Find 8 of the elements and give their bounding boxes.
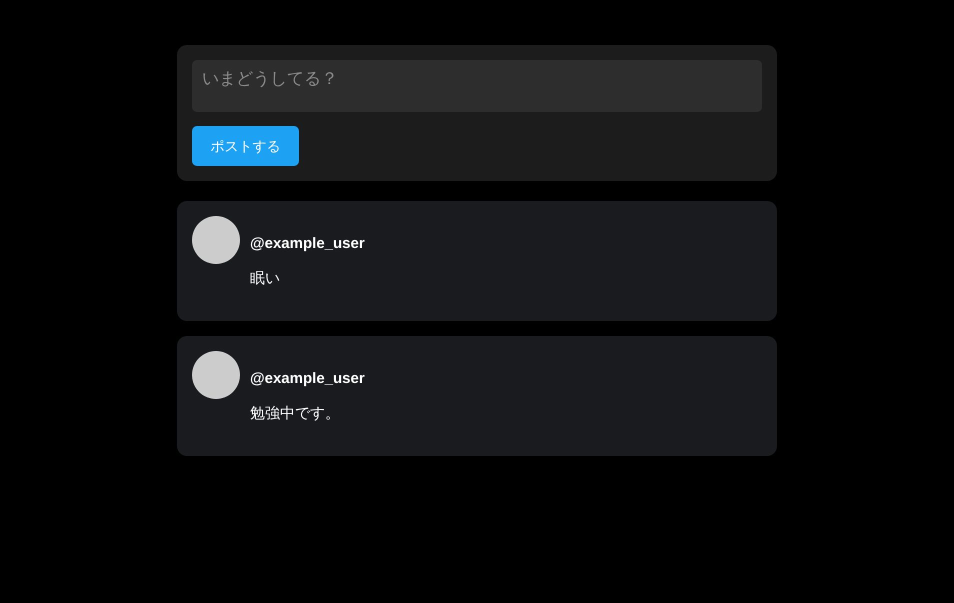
username: @example_user <box>250 234 365 254</box>
avatar <box>192 351 240 399</box>
avatar <box>192 216 240 264</box>
post-button[interactable]: ポストする <box>192 126 299 166</box>
username: @example_user <box>250 369 365 389</box>
post-input[interactable]: いまどうしてる？ <box>192 60 762 112</box>
post-text: 眠い <box>250 269 281 289</box>
post-text: 勉強中です。 <box>250 404 341 424</box>
